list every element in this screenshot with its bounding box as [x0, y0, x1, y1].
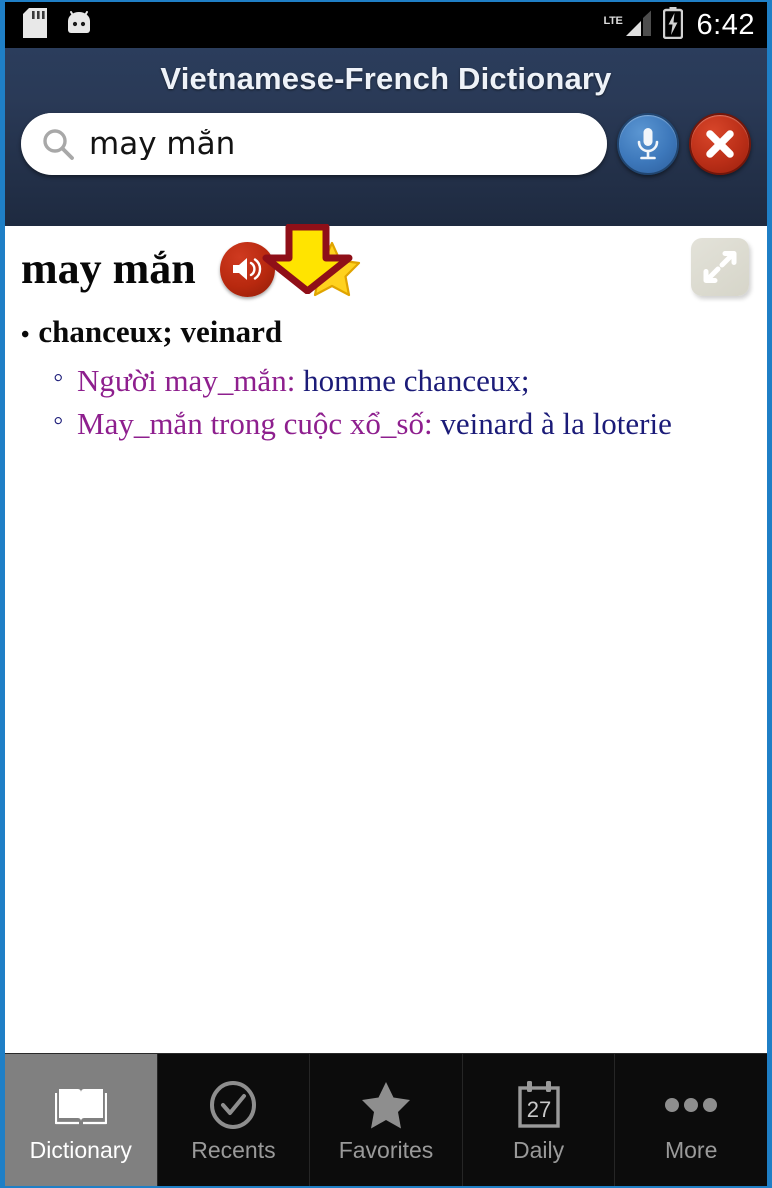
lte-signal-icon: LTE — [603, 10, 653, 40]
voice-search-button[interactable] — [617, 113, 679, 175]
page-title: Vietnamese-French Dictionary — [160, 61, 612, 96]
search-icon — [41, 127, 75, 161]
pronounce-button[interactable] — [219, 241, 275, 297]
search-row: may mắn — [5, 113, 767, 175]
entry-header: may mắn — [21, 238, 751, 298]
entry-sense: • chanceux; veinard — [21, 314, 751, 350]
example-source-text: Người may_mắn: — [77, 362, 304, 398]
tab-favorites-label: Favorites — [338, 1136, 434, 1163]
book-icon — [54, 1077, 107, 1133]
android-robot-icon — [65, 9, 93, 42]
example-target-text: homme chanceux; — [303, 362, 530, 398]
example-target-text: veinard à la loterie — [440, 406, 672, 442]
calendar-day-number: 27 — [526, 1097, 550, 1122]
check-circle-icon — [208, 1077, 258, 1133]
tab-recents[interactable]: Recents — [158, 1054, 311, 1186]
tab-daily[interactable]: 27 Daily — [463, 1054, 616, 1186]
status-bar-clock: 6:42 — [696, 8, 755, 41]
bottom-tab-bar: Dictionary Recents Favorites 27 Daily Mo… — [5, 1053, 767, 1186]
example-item: Người may_mắn: homme chanceux; — [21, 358, 751, 402]
entry-headword: may mắn — [21, 244, 196, 293]
star-icon — [360, 1077, 412, 1133]
lte-label: LTE — [603, 15, 623, 27]
ellipsis-icon — [664, 1077, 718, 1133]
app-header: Vietnamese-French Dictionary may mắn — [5, 48, 767, 295]
example-item: May_mắn trong cuộc xổ_số: veinard à la l… — [21, 401, 751, 445]
status-bar-right-icons: LTE 6:42 — [603, 6, 755, 44]
tab-more[interactable]: More — [615, 1054, 767, 1186]
sd-card-icon — [23, 7, 47, 43]
search-input[interactable]: may mắn — [21, 113, 607, 175]
status-bar-left-icons — [23, 7, 93, 43]
entry-content: may mắn • chanceux; veinard ◦ Người may_… — [5, 226, 767, 1053]
search-input-value: may mắn — [89, 128, 236, 160]
tab-dictionary[interactable]: Dictionary — [5, 1054, 158, 1186]
sense-bullet: • — [21, 322, 30, 348]
tab-daily-label: Daily — [513, 1136, 565, 1163]
app-screen: LTE 6:42 Vietnamese-French Dictionary ma… — [0, 0, 772, 1188]
entry-examples: Người may_mắn: homme chanceux; May_mắn t… — [21, 358, 751, 445]
sense-text: chanceux; veinard — [38, 314, 283, 349]
tab-dictionary-label: Dictionary — [29, 1136, 132, 1163]
tab-recents-label: Recents — [191, 1136, 276, 1163]
expand-icon[interactable] — [691, 238, 749, 296]
calendar-icon: 27 — [515, 1077, 563, 1133]
example-source-text: May_mắn trong cuộc xổ_số: — [77, 406, 441, 442]
clear-search-button[interactable] — [689, 113, 751, 175]
favorite-star-icon[interactable] — [303, 241, 361, 297]
battery-charging-icon — [662, 6, 683, 44]
status-bar: LTE 6:42 — [5, 2, 767, 48]
tab-favorites[interactable]: Favorites — [310, 1054, 463, 1186]
tab-more-label: More — [664, 1136, 718, 1163]
